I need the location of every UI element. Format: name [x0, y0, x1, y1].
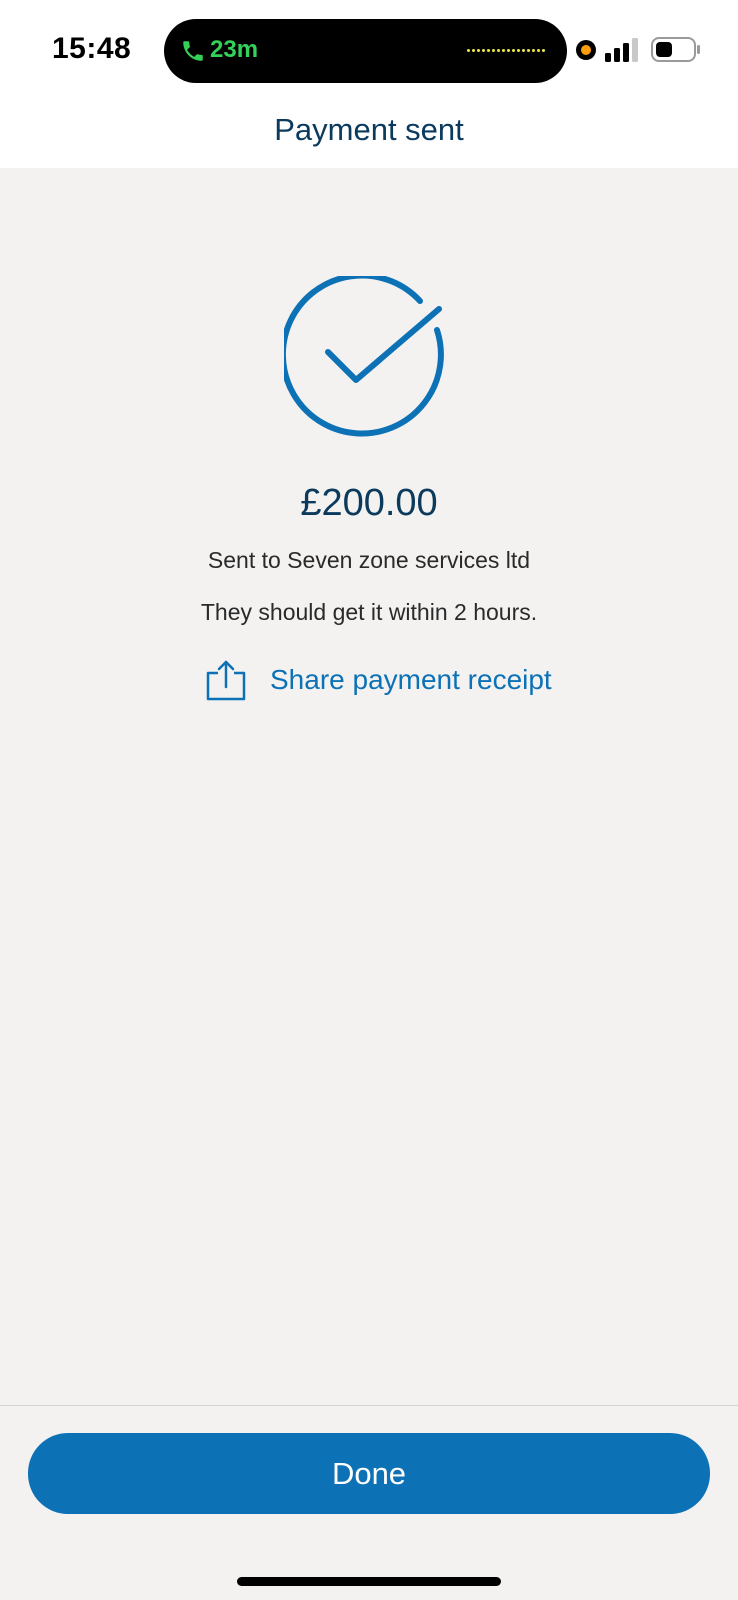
footer-divider	[0, 1405, 738, 1406]
recipient-text: Sent to Seven zone services ltd	[207, 547, 531, 573]
status-time: 15:48	[52, 32, 132, 65]
share-icon	[206, 660, 246, 701]
recording-dot-icon	[576, 40, 596, 60]
dynamic-island-call[interactable]: 23m	[164, 19, 567, 83]
checkmark-circle-icon	[284, 276, 444, 437]
battery-icon	[651, 37, 700, 62]
phone-icon	[183, 41, 203, 61]
page-title: Payment sent	[274, 112, 464, 147]
payment-amount: £200.00	[300, 482, 438, 524]
call-duration: 23m	[210, 36, 259, 63]
audio-wave-icon	[467, 49, 545, 52]
done-button[interactable]: Done	[28, 1433, 710, 1514]
header: Payment sent	[0, 90, 738, 168]
status-bar: 15:48 23m	[0, 0, 738, 90]
cellular-signal-icon	[605, 38, 638, 62]
home-indicator[interactable]	[237, 1577, 501, 1586]
payment-sent-screen: 15:48 23m Payment sent £200.00 Sent to S…	[0, 0, 738, 1600]
delivery-eta-text: They should get it within 2 hours.	[200, 599, 538, 625]
share-receipt-link[interactable]: Share payment receipt	[206, 658, 552, 702]
share-receipt-label: Share payment receipt	[270, 664, 552, 695]
